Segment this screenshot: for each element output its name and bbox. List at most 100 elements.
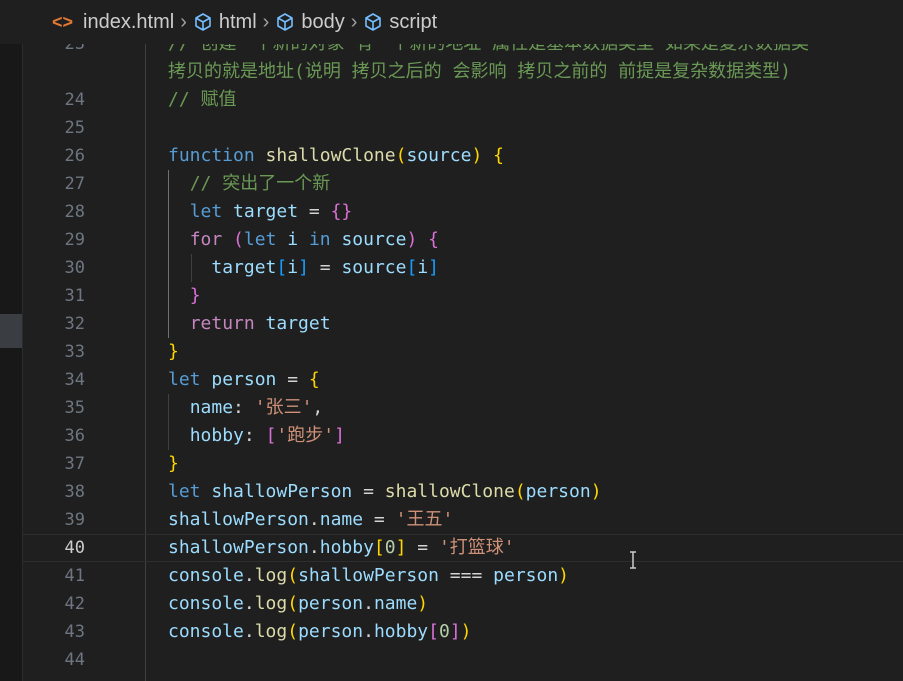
code-token: let [189,201,234,222]
code-token: ) [558,565,570,586]
code-token: 0 [384,537,396,558]
code-line[interactable]: 24 // 赋值 [22,86,903,114]
code-token: shallowClone [265,145,396,166]
code-token: shallowPerson [211,481,353,502]
code-token: [ [265,425,277,446]
line-number: 33 [64,342,85,362]
code-token: person [298,593,364,614]
code-token: === [438,565,494,586]
code-text: } [168,338,179,366]
breadcrumb-item-label: script [389,10,438,33]
line-number: 35 [64,398,85,418]
code-token: } [168,341,179,362]
code-line[interactable]: 拷贝的就是地址(说明 拷贝之后的 会影响 拷贝之前的 前提是复杂数据类型) [22,58,903,86]
code-text: for (let i in source) { [168,226,439,254]
breadcrumb-item-html[interactable]: html [193,11,257,34]
code-token: . [243,621,255,642]
text-cursor-icon [628,551,638,569]
activity-bar [0,44,23,681]
code-token: console [168,593,244,614]
code-line[interactable]: 33} [22,338,903,366]
code-line[interactable]: 37} [22,450,903,478]
code-token: : [243,425,266,446]
code-text: return target [168,310,331,338]
code-line[interactable]: 25 [22,114,903,142]
code-token: ) [406,229,418,250]
code-token: ] [298,257,309,278]
code-text: shallowPerson.name = '王五' [168,506,453,534]
code-text: function shallowClone(source) { [168,142,504,170]
code-line[interactable]: 35 name: '张三', [22,394,903,422]
line-number: 36 [64,426,85,446]
code-token: ( [233,229,244,250]
code-token: . [363,621,374,642]
code-text: } [168,282,201,310]
code-token: { [428,229,440,250]
code-token: . [363,593,374,614]
code-token: target [233,201,299,222]
cube-icon [363,12,383,32]
code-editor[interactable]: 23// 创建一个新的对象 有一个新的地址 属性是基本数据类型 如果是复杂数据类… [22,32,903,681]
code-token: . [243,593,255,614]
code-token: [ [373,537,385,558]
code-token: log [254,621,288,642]
code-token: hobby [319,537,374,558]
code-token: name [189,397,234,418]
code-line[interactable]: 34 let person = { [22,366,903,394]
code-token: target [211,257,277,278]
breadcrumb-item-body[interactable]: body [275,11,345,34]
code-line[interactable]: 39 shallowPerson.name = '王五' [22,506,903,534]
code-line[interactable]: 44 [22,646,903,674]
code-token: log [254,593,288,614]
code-token: target [265,313,331,334]
code-line[interactable]: 30 target[i] = source[i] [22,254,903,282]
code-token: log [254,565,288,586]
chevron-right-icon: › [350,10,358,33]
code-line[interactable]: 41 console.log(shallowPerson === person) [22,562,903,590]
code-line[interactable]: 31 } [22,282,903,310]
code-token: ) [460,621,472,642]
code-token: '打篮球' [438,537,515,558]
code-text: let target = {} [168,198,353,226]
code-line[interactable]: 40 shallowPerson.hobby[0] = '打篮球' [22,534,903,562]
code-token: ) [471,145,483,166]
code-token: function [168,145,266,166]
code-token: ( [287,621,299,642]
line-number: 25 [64,118,85,138]
code-token: i [287,229,309,250]
code-token: {} [330,201,353,222]
line-number: 28 [64,202,85,222]
code-token: return [189,313,266,334]
code-token: console [168,621,244,642]
code-line[interactable]: 32 return target [22,310,903,338]
code-token: } [168,453,179,474]
breadcrumb: <> index.html › html › body › script [0,0,903,44]
chevron-right-icon: › [262,10,270,33]
line-number: 41 [64,566,85,586]
breadcrumb-item-script[interactable]: script [363,11,437,34]
code-line[interactable]: 38 let shallowPerson = shallowClone(perso… [22,478,903,506]
code-line[interactable]: 36 hobby: ['跑步'] [22,422,903,450]
code-token: '张三' [254,397,313,418]
code-token: [ [428,621,439,642]
code-line[interactable]: 29 for (let i in source) { [22,226,903,254]
code-text: let shallowPerson = shallowClone(person) [168,478,602,506]
code-token: // 赋值 [168,89,237,110]
code-text: } [168,450,179,478]
breadcrumb-file[interactable]: index.html [83,11,174,34]
line-number: 34 [64,370,85,390]
code-token: ( [514,481,526,502]
code-line[interactable]: 42 console.log(person.name) [22,590,903,618]
code-line[interactable]: 28 let target = {} [22,198,903,226]
code-text: hobby: ['跑步'] [168,422,345,450]
code-line[interactable]: 43 console.log(person.hobby[0]) [22,618,903,646]
code-token: : [233,397,255,418]
code-token: person [211,369,277,390]
code-line[interactable]: 26 function shallowClone(source) { [22,142,903,170]
code-line[interactable]: 27 // 突出了一个新 [22,170,903,198]
